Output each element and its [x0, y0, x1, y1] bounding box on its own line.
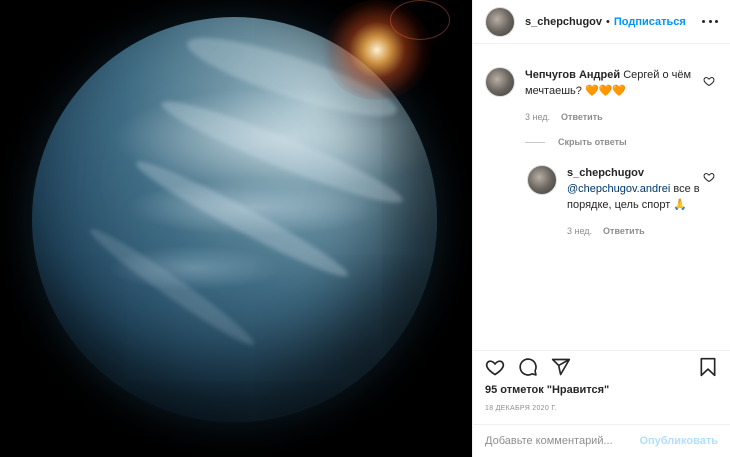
hide-replies-label: Скрыть ответы — [558, 137, 627, 147]
reply-time[interactable]: 3 нед. — [567, 223, 592, 239]
more-icon[interactable] — [702, 20, 718, 23]
heart-icon[interactable] — [703, 171, 715, 183]
comment-emoji: 🧡🧡🧡 — [584, 85, 627, 97]
comment-item: Чепчугов Андрей Сергей о чём мечтаешь? 🧡… — [485, 67, 705, 125]
avatar[interactable] — [527, 165, 557, 195]
avatar[interactable] — [485, 67, 515, 97]
post-sidebar: s_chepchugov • Подписаться Чепчугов Андр… — [472, 0, 730, 457]
reply-button[interactable]: Ответить — [561, 109, 603, 125]
share-icon[interactable] — [551, 357, 571, 377]
comment-time[interactable]: 3 нед. — [525, 109, 550, 125]
comments-list: Чепчугов Андрей Сергей о чём мечтаешь? 🧡… — [473, 45, 730, 350]
likes-count[interactable]: 95 отметок "Нравится" — [485, 384, 609, 396]
heart-icon[interactable] — [485, 357, 505, 377]
bookmark-icon[interactable] — [698, 357, 718, 377]
reply-mention[interactable]: @chepchugov.andrei — [567, 183, 670, 195]
post-header: s_chepchugov • Подписаться — [473, 0, 730, 44]
avatar[interactable] — [485, 6, 515, 37]
comment-author[interactable]: Чепчугов Андрей — [525, 69, 620, 81]
author-username[interactable]: s_chepchugov — [525, 16, 602, 28]
add-comment-bar: Опубликовать — [473, 424, 730, 457]
post-date[interactable]: 18 ДЕКАБРЯ 2020 Г. — [485, 405, 557, 412]
reply-item: s_chepchugov @chepchugov.andrei все в по… — [527, 165, 705, 239]
hide-replies-button[interactable]: Скрыть ответы — [525, 137, 627, 147]
publish-button[interactable]: Опубликовать — [639, 435, 718, 447]
action-bar — [473, 350, 730, 382]
reply-emoji: 🙏 — [673, 199, 687, 211]
comment-icon[interactable] — [518, 357, 538, 377]
follow-button[interactable]: Подписаться — [614, 16, 686, 28]
reply-button[interactable]: Ответить — [603, 223, 645, 239]
comment-input[interactable] — [485, 435, 640, 447]
post-modal: s_chepchugov • Подписаться Чепчугов Андр… — [0, 0, 730, 457]
post-image[interactable] — [0, 0, 472, 457]
reply-author[interactable]: s_chepchugov — [567, 167, 644, 179]
separator-dot: • — [606, 15, 610, 28]
lens-ring — [390, 0, 450, 40]
heart-icon[interactable] — [703, 75, 715, 87]
